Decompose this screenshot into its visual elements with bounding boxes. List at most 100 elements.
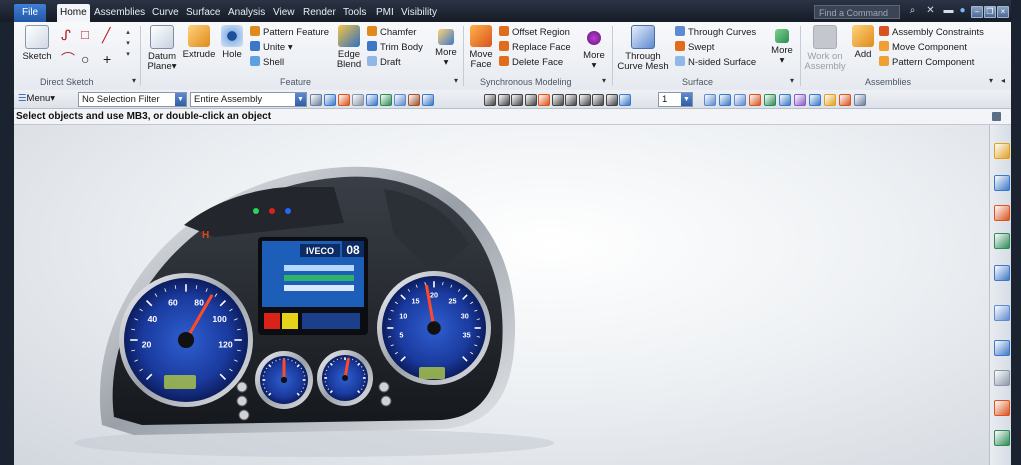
- circle-icon[interactable]: ○: [81, 52, 89, 66]
- tab-tools[interactable]: Tools: [340, 4, 369, 22]
- line-icon[interactable]: ╱: [102, 28, 110, 42]
- snap-grid-icon[interactable]: [605, 94, 618, 106]
- snap-endpoint-icon[interactable]: [484, 94, 496, 106]
- arc-icon[interactable]: ⌒: [61, 52, 75, 66]
- hole-button[interactable]: Hole: [218, 25, 246, 60]
- group-assemblies-dropdown[interactable]: ▾: [989, 76, 993, 85]
- chamfer-button[interactable]: Chamfer: [367, 26, 416, 39]
- ribbon-options-icon[interactable]: ◂: [1001, 76, 1005, 85]
- resize-face-icon[interactable]: [587, 31, 601, 45]
- studio-spline-icon[interactable]: ᔑ: [61, 28, 71, 42]
- orient-icon[interactable]: [704, 94, 716, 106]
- through-curves-button[interactable]: Through Curves: [675, 26, 756, 39]
- point-icon[interactable]: +: [103, 52, 111, 66]
- view-icon[interactable]: [394, 94, 406, 106]
- work-layer-field[interactable]: 1 ▼: [658, 92, 693, 107]
- group-direct-sketch-dropdown[interactable]: ▾: [132, 76, 136, 85]
- search-icon[interactable]: ⌕: [907, 5, 918, 16]
- snap-arc-icon[interactable]: [524, 94, 537, 106]
- web-browser-icon[interactable]: [994, 305, 1010, 321]
- snap-line-icon[interactable]: [511, 94, 523, 106]
- replace-face-button[interactable]: Replace Face: [499, 41, 571, 54]
- tab-visibility[interactable]: Visibility: [398, 4, 440, 22]
- tab-pmi[interactable]: PMI: [373, 4, 397, 22]
- shade-icon[interactable]: [408, 94, 420, 106]
- sketch-button[interactable]: Sketch: [18, 25, 56, 62]
- sketch-gallery-scroll[interactable]: ▴ ▾ ▾: [124, 27, 132, 73]
- window-arrange-icon[interactable]: ▬: [943, 5, 954, 16]
- analysis-icon[interactable]: [779, 94, 791, 106]
- tab-render[interactable]: Render: [300, 4, 339, 22]
- rectangle-icon[interactable]: □: [81, 28, 89, 42]
- render-style-icon[interactable]: [734, 94, 746, 106]
- material-icon[interactable]: [794, 94, 806, 106]
- graphics-window[interactable]: IVECO 08 H 20 40 60 80 100 120 5 10 15 20 25 30 35: [14, 125, 989, 465]
- reuse-library-icon[interactable]: [994, 233, 1010, 249]
- color-icon[interactable]: [839, 94, 851, 106]
- hd3d-tools-icon[interactable]: [994, 265, 1010, 281]
- minimize-icon[interactable]: –: [971, 6, 983, 18]
- light-icon[interactable]: [824, 94, 836, 106]
- draft-button[interactable]: Draft: [367, 56, 401, 69]
- find-command-input[interactable]: Find a Command: [814, 5, 900, 19]
- snap-intersection-icon[interactable]: [565, 94, 577, 106]
- snap-point-icon[interactable]: [551, 94, 564, 106]
- shell-button[interactable]: Shell: [250, 56, 284, 69]
- select-lasso-icon[interactable]: [352, 94, 364, 106]
- system-materials-icon[interactable]: [994, 430, 1010, 446]
- surface-more-button[interactable]: More ▾: [768, 25, 796, 66]
- offset-region-button[interactable]: Offset Region: [499, 26, 570, 39]
- select-all-icon[interactable]: [380, 94, 392, 106]
- fit-icon[interactable]: [422, 94, 434, 106]
- snap-pole-icon[interactable]: [619, 94, 631, 106]
- filter-icon[interactable]: [324, 94, 336, 106]
- pattern-feature-button[interactable]: Pattern Feature: [250, 26, 329, 39]
- through-curve-mesh-button[interactable]: Through Curve Mesh: [615, 25, 671, 72]
- tab-file[interactable]: File: [14, 4, 47, 22]
- tab-curve[interactable]: Curve: [149, 4, 182, 22]
- roles-icon[interactable]: [994, 400, 1010, 416]
- tab-assemblies[interactable]: Assemblies: [91, 4, 148, 22]
- pattern-component-button[interactable]: Pattern Component: [879, 56, 974, 69]
- sync-more-button[interactable]: More ▾: [580, 51, 608, 71]
- part-navigator-icon[interactable]: [994, 205, 1010, 221]
- camera-icon[interactable]: [809, 94, 821, 106]
- status-options-icon[interactable]: [992, 112, 1001, 121]
- dashboard-model[interactable]: IVECO 08 H 20 40 60 80 100 120 5 10 15 20 25 30 35: [14, 125, 989, 465]
- process-studio-icon[interactable]: [994, 370, 1010, 386]
- select-rectangle-icon[interactable]: [338, 94, 350, 106]
- snap-icon[interactable]: [310, 94, 322, 106]
- constraint-navigator-icon[interactable]: [994, 175, 1010, 191]
- help-icon[interactable]: ●: [957, 5, 968, 16]
- tab-home[interactable]: Home: [57, 4, 90, 22]
- delete-face-button[interactable]: Delete Face: [499, 56, 563, 69]
- snap-center-icon[interactable]: [538, 94, 550, 106]
- snap-tangent-icon[interactable]: [578, 94, 591, 106]
- move-component-button[interactable]: Move Component: [879, 41, 967, 54]
- n-sided-surface-button[interactable]: N-sided Surface: [675, 56, 756, 69]
- work-on-assembly-button[interactable]: Work on Assembly: [803, 25, 847, 72]
- close-icon[interactable]: ×: [997, 6, 1009, 18]
- group-feature-dropdown[interactable]: ▾: [454, 76, 458, 85]
- trim-body-button[interactable]: Trim Body: [367, 41, 423, 54]
- tab-analysis[interactable]: Analysis: [225, 4, 268, 22]
- select-box-icon[interactable]: [366, 94, 378, 106]
- unite-button[interactable]: Unite ▾: [250, 41, 293, 54]
- extrude-button[interactable]: Extrude: [181, 25, 217, 60]
- assembly-constraints-button[interactable]: Assembly Constraints: [879, 26, 984, 39]
- history-icon[interactable]: [994, 340, 1010, 356]
- snap-midpoint-icon[interactable]: [497, 94, 510, 106]
- edge-blend-button[interactable]: Edge Blend: [334, 25, 364, 70]
- assembly-navigator-icon[interactable]: [994, 143, 1010, 159]
- snap-quadrant-icon[interactable]: [592, 94, 604, 106]
- feature-more-button[interactable]: More ▾: [432, 25, 460, 68]
- swept-button[interactable]: Swept: [675, 41, 714, 54]
- add-component-button[interactable]: Add: [851, 25, 875, 60]
- group-surface-dropdown[interactable]: ▾: [790, 76, 794, 85]
- layer-icon[interactable]: [719, 94, 731, 106]
- measure-icon[interactable]: [764, 94, 776, 106]
- group-sync-dropdown[interactable]: ▾: [602, 76, 606, 85]
- tab-view[interactable]: View: [270, 4, 298, 22]
- clip-icon[interactable]: [749, 94, 761, 106]
- settings-icon[interactable]: [854, 94, 866, 106]
